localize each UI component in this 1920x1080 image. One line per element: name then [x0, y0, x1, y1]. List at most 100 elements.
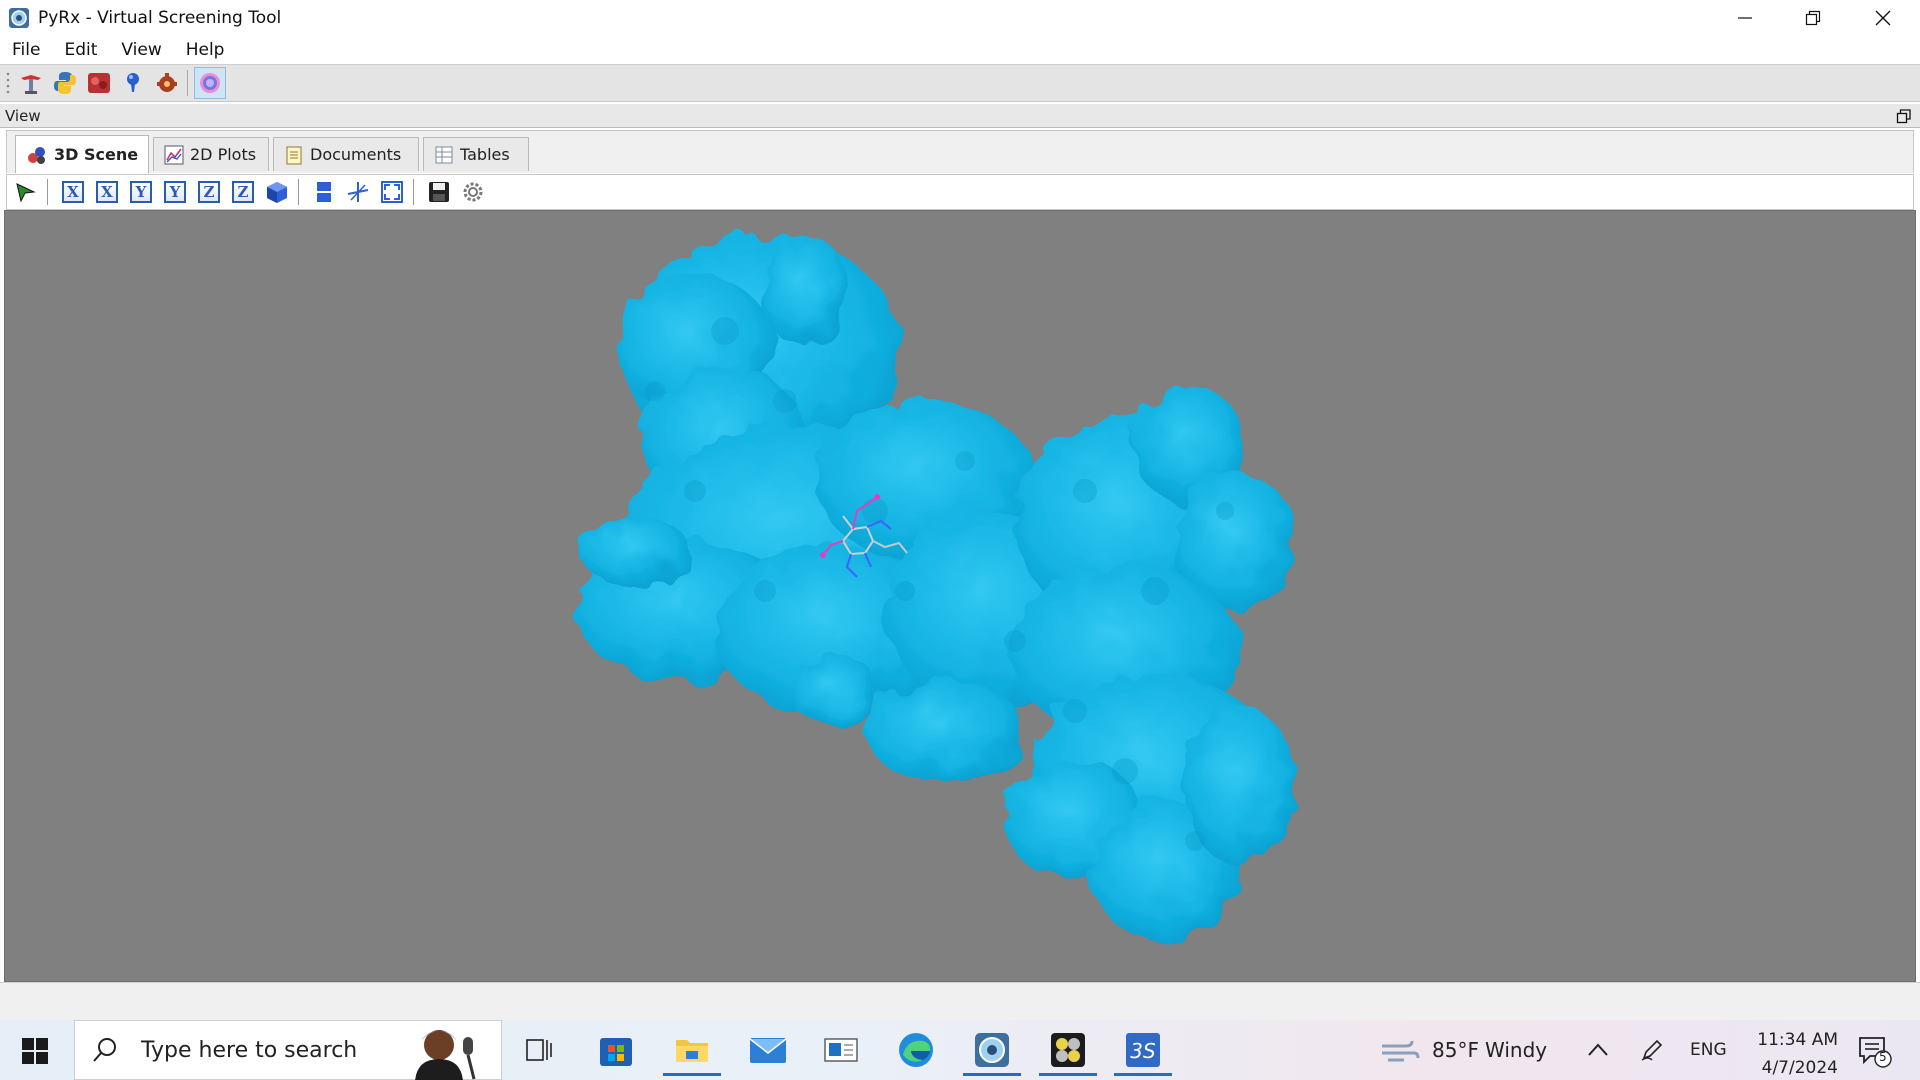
pyrx-window: PyRx - Virtual Screening Tool File Edit … — [0, 0, 1920, 1080]
start-button[interactable] — [14, 1034, 56, 1068]
tab-2d-plots[interactable]: 2D Plots — [153, 137, 269, 171]
restore-icon — [1805, 10, 1821, 26]
tables-icon — [435, 146, 453, 163]
main-toolbar — [0, 64, 1920, 102]
microsoft-store-icon — [600, 1038, 632, 1066]
view-z-pos-button[interactable]: Z — [194, 177, 224, 207]
search-highlight-avatar-icon — [415, 1030, 476, 1080]
windows-logo-icon — [22, 1038, 48, 1064]
folder-icon — [676, 1040, 708, 1062]
settings-gear-icon — [157, 73, 177, 92]
select-pointer-button[interactable] — [11, 177, 41, 207]
minimize-icon — [1738, 17, 1752, 19]
view-x-neg-button[interactable]: X — [92, 177, 122, 207]
taskbar-search-box[interactable]: Type here to search — [74, 1020, 502, 1080]
view-x-pos-button[interactable]: X — [58, 177, 88, 207]
window-title: PyRx - Virtual Screening Tool — [38, 8, 282, 28]
3d-scene-icon — [28, 146, 45, 164]
taskbar-file-explorer[interactable] — [661, 1024, 723, 1076]
menu-file[interactable]: File — [0, 40, 52, 60]
close-button[interactable] — [1848, 0, 1918, 36]
2d-plots-icon — [164, 145, 184, 164]
stack-view-button[interactable] — [309, 177, 339, 207]
fullscreen-icon — [381, 181, 403, 203]
taskbar-store-app[interactable] — [585, 1024, 647, 1076]
cube-icon — [267, 182, 287, 203]
wizard-icon — [21, 75, 41, 94]
wizard-button[interactable] — [15, 67, 47, 99]
notification-badge: 5 — [1879, 1050, 1887, 1064]
openbabel-icon — [200, 73, 220, 93]
chevron-up-icon[interactable] — [1587, 1042, 1609, 1058]
menu-view[interactable]: View — [109, 40, 173, 60]
edge-browser-icon — [899, 1033, 933, 1067]
axis-y-icon: Y — [130, 181, 152, 203]
protein-surface-render[interactable] — [5, 211, 1916, 982]
taskbar-discovery-studio-app[interactable]: 3S — [1112, 1024, 1174, 1076]
news-icon — [824, 1038, 858, 1062]
tab-3d-scene[interactable]: 3D Scene — [15, 135, 149, 173]
taskbar-news-app[interactable] — [810, 1024, 872, 1076]
weather-wind-icon — [1382, 1040, 1420, 1062]
3d-viewport[interactable] — [4, 210, 1916, 982]
pyrx-taskbar-icon — [975, 1033, 1009, 1067]
tab-tables[interactable]: Tables — [423, 137, 529, 171]
clock[interactable]: 11:34 AM 4/7/2024 — [1748, 1026, 1838, 1080]
fit-view-button[interactable] — [377, 177, 407, 207]
scene-toolbar: X X Y Y Z Z — [6, 174, 1914, 210]
mail-icon — [749, 1038, 787, 1063]
pyrx-app-icon — [9, 8, 29, 28]
save-image-button[interactable] — [424, 177, 454, 207]
view-tabs: 3D Scene 2D Plots Documents Tables — [6, 130, 1914, 173]
chimera-icon — [1051, 1033, 1085, 1067]
svg-text:3S: 3S — [1130, 1039, 1156, 1063]
gear-icon — [463, 182, 483, 202]
discovery-studio-icon: 3S — [1126, 1033, 1160, 1067]
tab-tables-label: Tables — [460, 145, 510, 164]
dock-button[interactable] — [117, 67, 149, 99]
molecule-button[interactable] — [83, 67, 115, 99]
python-shell-button[interactable] — [49, 67, 81, 99]
language-indicator[interactable]: ENG — [1690, 1040, 1727, 1060]
clock-date: 4/7/2024 — [1761, 1058, 1838, 1078]
menu-bar: File Edit View Help — [0, 36, 1920, 64]
tab-3d-scene-label: 3D Scene — [54, 145, 139, 164]
pen-icon[interactable] — [1640, 1038, 1664, 1062]
view-panel-title: View — [5, 107, 41, 125]
windows-taskbar: Type here to search 3S 85°F Windy ENG 11… — [0, 1020, 1920, 1080]
tab-documents[interactable]: Documents — [273, 137, 419, 171]
stack-icon — [317, 182, 331, 202]
clock-time: 11:34 AM — [1757, 1030, 1838, 1050]
title-bar: PyRx - Virtual Screening Tool — [0, 0, 1920, 36]
float-panel-icon[interactable] — [1896, 108, 1912, 124]
axis-y-icon: Y — [164, 181, 186, 203]
view-y-pos-button[interactable]: Y — [126, 177, 156, 207]
python-icon — [54, 72, 76, 94]
taskbar-chimera-app[interactable] — [1037, 1024, 1099, 1076]
minimize-button[interactable] — [1710, 0, 1780, 36]
view-z-neg-button[interactable]: Z — [228, 177, 258, 207]
taskbar-pyrx-app[interactable] — [961, 1024, 1023, 1076]
notification-center-button[interactable]: 5 — [1856, 1034, 1892, 1068]
isometric-view-button[interactable] — [262, 177, 292, 207]
weather-condition[interactable]: Windy — [1485, 1038, 1547, 1062]
view-y-neg-button[interactable]: Y — [160, 177, 190, 207]
axes-icon — [347, 182, 369, 202]
settings-button[interactable] — [151, 67, 183, 99]
status-strip — [0, 982, 1920, 1020]
menu-edit[interactable]: Edit — [52, 40, 109, 60]
pointer-icon — [16, 183, 36, 203]
search-placeholder: Type here to search — [141, 1037, 358, 1063]
taskbar-mail-app[interactable] — [737, 1024, 799, 1076]
openbabel-button[interactable] — [194, 67, 226, 99]
save-icon — [429, 182, 449, 202]
weather-temp[interactable]: 85°F — [1432, 1038, 1479, 1062]
scene-settings-button[interactable] — [458, 177, 488, 207]
taskbar-edge-browser[interactable] — [885, 1024, 947, 1076]
view-panel-header: View — [0, 104, 1920, 128]
task-view-button[interactable] — [508, 1024, 570, 1076]
center-view-button[interactable] — [343, 177, 373, 207]
restore-button[interactable] — [1778, 0, 1848, 36]
toolbar-grip-icon — [6, 72, 10, 94]
menu-help[interactable]: Help — [174, 40, 237, 60]
